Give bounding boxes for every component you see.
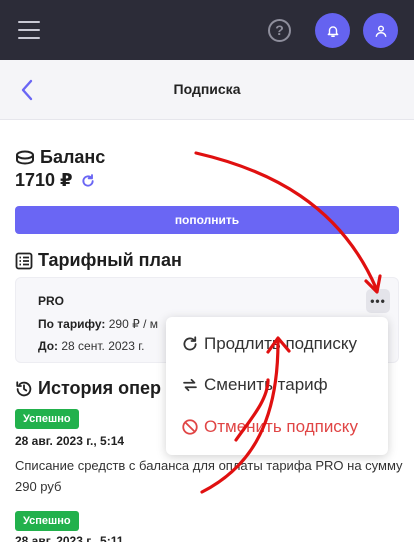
swap-icon: [180, 375, 200, 395]
cancel-icon: [180, 417, 200, 437]
plan-until-label: До:: [38, 339, 59, 353]
page-title: Подписка: [173, 81, 241, 97]
more-dots-icon: •••: [370, 294, 386, 308]
notifications-button[interactable]: [315, 13, 350, 48]
history-icon: [15, 380, 33, 398]
plan-tariff-value: 290 ₽ / м: [108, 317, 158, 331]
history-date: 28 авг. 2023 г., 5:11: [15, 534, 124, 542]
menu-item-label: Сменить тариф: [204, 375, 328, 394]
more-options-button[interactable]: •••: [366, 289, 390, 313]
history-date: 28 авг. 2023 г., 5:14: [15, 434, 125, 448]
menu-item-label: Отменить подписку: [204, 417, 358, 436]
plan-tariff-label: По тарифу:: [38, 317, 106, 331]
plan-until-line: До: 28 сент. 2023 г.: [38, 339, 144, 353]
bell-icon: [327, 25, 338, 37]
user-icon: [375, 25, 386, 37]
menu-item-renew[interactable]: Продлить подписку: [180, 331, 357, 357]
coins-icon: [15, 150, 35, 166]
refresh-icon[interactable]: [80, 173, 96, 189]
balance-amount-row: 1710 ₽: [15, 170, 96, 191]
menu-item-change-plan[interactable]: Сменить тариф: [180, 372, 328, 398]
menu-item-label: Продлить подписку: [204, 334, 357, 353]
plan-title: Тарифный план: [38, 250, 182, 270]
history-heading: История опер: [15, 378, 161, 399]
balance-title: Баланс: [40, 147, 106, 167]
menu-icon[interactable]: [18, 21, 40, 39]
help-icon[interactable]: ?: [268, 19, 291, 42]
topup-button[interactable]: пополнить: [15, 206, 399, 234]
plan-options-menu: Продлить подписку Сменить тариф Отменить…: [166, 317, 388, 455]
status-badge: Успешно: [15, 511, 79, 531]
balance-heading: Баланс: [15, 147, 105, 168]
status-badge: Успешно: [15, 409, 79, 429]
list-icon: [15, 252, 33, 270]
history-description: Списание средств с баланса для оплаты та…: [15, 458, 403, 494]
history-title: История опер: [38, 378, 161, 398]
plan-until-value: 28 сент. 2023 г.: [61, 339, 145, 353]
plan-tariff-line: По тарифу: 290 ₽ / м: [38, 317, 158, 331]
balance-amount: 1710 ₽: [15, 170, 73, 190]
renew-icon: [180, 334, 200, 354]
plan-name: PRO: [38, 294, 65, 308]
top-bar: ?: [0, 0, 414, 60]
profile-button[interactable]: [363, 13, 398, 48]
menu-item-cancel[interactable]: Отменить подписку: [180, 414, 358, 440]
plan-heading: Тарифный план: [15, 250, 182, 271]
page-header: Подписка: [0, 60, 414, 120]
